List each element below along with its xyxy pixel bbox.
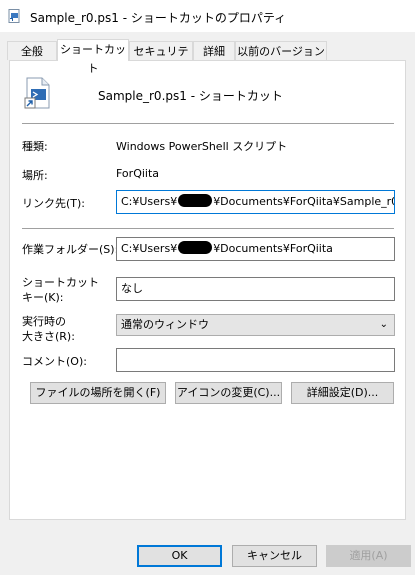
separator bbox=[22, 228, 394, 229]
comment-input[interactable] bbox=[116, 348, 395, 372]
run-label-line1: 実行時の bbox=[22, 315, 66, 328]
location-label: 場所: bbox=[22, 169, 48, 182]
hotkey-label-line2: キー(K): bbox=[22, 291, 64, 304]
redaction-mark bbox=[178, 241, 213, 254]
run-label-line2: 大きさ(R): bbox=[22, 330, 75, 343]
hotkey-input[interactable]: なし bbox=[116, 277, 395, 301]
hotkey-label-line1: ショートカット bbox=[22, 276, 99, 289]
shortcut-file-icon bbox=[8, 9, 20, 23]
tab-security[interactable]: セキュリティ bbox=[129, 41, 193, 77]
location-value: ForQiita bbox=[116, 167, 160, 180]
target-input[interactable]: C:¥Users¥¥Documents¥ForQiita¥Sample_r0.p… bbox=[116, 190, 395, 214]
apply-button[interactable]: 適用(A) bbox=[326, 545, 411, 567]
tab-general[interactable]: 全般 bbox=[7, 41, 57, 60]
type-label: 種類: bbox=[22, 140, 48, 153]
workdir-input[interactable]: C:¥Users¥ ¥Documents¥ForQiita bbox=[116, 237, 395, 261]
type-value: Windows PowerShell スクリプト bbox=[116, 140, 288, 153]
workdir-label: 作業フォルダー(S): bbox=[22, 243, 119, 256]
target-label: リンク先(T): bbox=[22, 197, 86, 210]
chevron-down-icon: ⌄ bbox=[379, 319, 388, 330]
redaction-mark bbox=[178, 194, 213, 207]
tab-strip: 全般 ショートカット セキュリティ 詳細 以前のバージョン bbox=[0, 39, 415, 77]
shortcut-file-icon-large bbox=[24, 77, 50, 109]
ok-button[interactable]: OK bbox=[137, 545, 222, 567]
advanced-button[interactable]: 詳細設定(D)... bbox=[291, 382, 394, 404]
window-title: Sample_r0.ps1 - ショートカットのプロパティ bbox=[30, 11, 287, 25]
tab-details[interactable]: 詳細 bbox=[193, 41, 235, 60]
comment-label: コメント(O): bbox=[22, 355, 87, 368]
separator bbox=[22, 123, 394, 124]
open-file-location-button[interactable]: ファイルの場所を開く(F) bbox=[30, 382, 166, 404]
run-size-select[interactable]: 通常のウィンドウ ⌄ bbox=[116, 314, 395, 336]
tab-shortcut[interactable]: ショートカット bbox=[57, 39, 129, 75]
tab-previous-versions[interactable]: 以前のバージョン bbox=[235, 41, 327, 60]
title-bar: Sample_r0.ps1 - ショートカットのプロパティ bbox=[0, 0, 415, 32]
cancel-button[interactable]: キャンセル bbox=[232, 545, 317, 567]
shortcut-name: Sample_r0.ps1 - ショートカット bbox=[98, 89, 283, 103]
change-icon-button[interactable]: アイコンの変更(C)... bbox=[175, 382, 282, 404]
